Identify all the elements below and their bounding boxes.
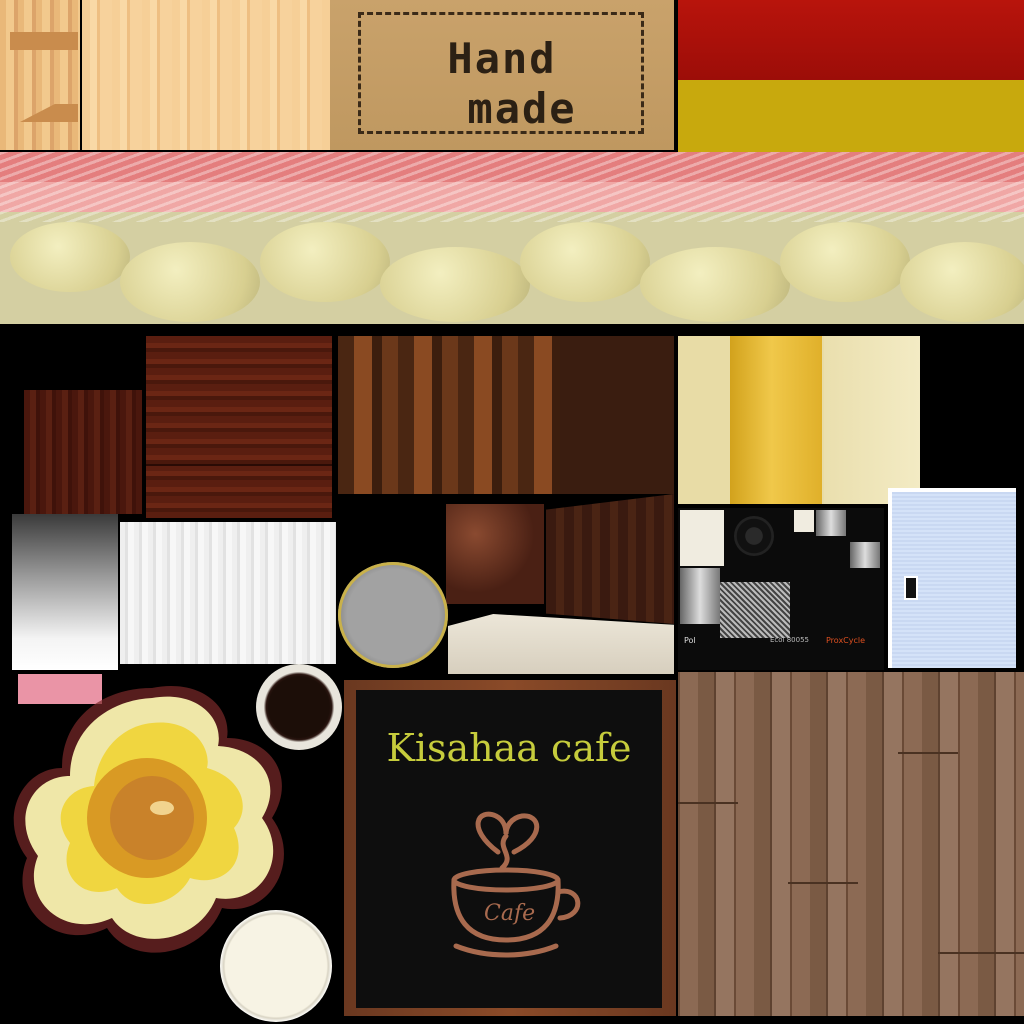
chocolate-side — [560, 336, 674, 494]
plank-joint — [678, 802, 738, 804]
machine-brand: Pol — [684, 636, 696, 645]
handmade-label: Hand made — [330, 0, 674, 150]
red-band — [678, 0, 1024, 80]
coffee-machine-panel: Pol Ecol 80055 ProxCycle — [678, 508, 884, 670]
fridge-door-texture — [888, 488, 1016, 668]
heart-icon — [475, 811, 540, 855]
plank-joint — [898, 752, 958, 754]
plank-joint — [938, 952, 1024, 954]
cookie-blob — [640, 247, 790, 322]
machine-brand-logo: ProxCycle — [826, 636, 866, 645]
bag-stripes — [0, 152, 1024, 222]
dark-wood-panel — [146, 336, 332, 518]
machine-knob — [734, 516, 774, 556]
label-line-2: made — [467, 84, 577, 133]
dark-wood-texture — [24, 390, 142, 514]
cookie-blob — [260, 222, 390, 302]
gray-plate — [338, 562, 448, 668]
cookie-blob — [120, 242, 260, 322]
chocolate-cake-texture — [338, 336, 674, 494]
yellow-band — [678, 80, 1024, 152]
cafe-sign: Kisahaa cafe Cafe — [344, 680, 676, 1016]
machine-panel — [680, 510, 724, 566]
wood-seam — [146, 464, 332, 466]
cream-tray — [448, 614, 674, 674]
cookie-blob — [10, 222, 130, 292]
chalkboard: Kisahaa cafe Cafe — [356, 690, 662, 1008]
machine-panel — [794, 510, 814, 532]
cookie-bag-texture — [0, 152, 1024, 324]
cookie-side — [824, 336, 920, 504]
wood-texture-strip — [0, 0, 80, 150]
cup-cafe-text: Cafe — [484, 901, 535, 926]
door-handle — [904, 576, 918, 600]
cafe-title: Kisahaa cafe — [386, 726, 632, 770]
cafe-cup-logo: Cafe — [451, 811, 581, 958]
wood-floor-texture — [678, 672, 1024, 1016]
steel-plate — [680, 568, 720, 624]
jam-cookie-texture — [678, 336, 920, 504]
steel-plate — [816, 510, 846, 536]
label-line-1: Hand — [447, 34, 557, 83]
jam-filling — [730, 336, 822, 504]
coffee-cup-top — [256, 664, 342, 750]
cookie-blob — [780, 222, 910, 302]
machine-grill — [720, 582, 790, 638]
cookie-blob — [900, 242, 1024, 322]
milk-cup-top — [220, 910, 332, 1022]
chocolate-wedge — [546, 494, 674, 624]
wood-notch — [20, 104, 78, 122]
white-wood-texture — [120, 522, 336, 664]
chocolate-shavings — [446, 504, 544, 604]
light-wood-texture — [82, 0, 330, 150]
cookie-blob — [380, 247, 530, 322]
red-yellow-band — [678, 0, 1024, 152]
steel-plate — [850, 542, 880, 568]
plank-joint — [788, 882, 858, 884]
machine-model: Ecol 80055 — [770, 636, 809, 644]
metal-gradient — [12, 514, 118, 670]
cookie-blob — [520, 222, 650, 302]
wood-notch — [10, 32, 78, 50]
